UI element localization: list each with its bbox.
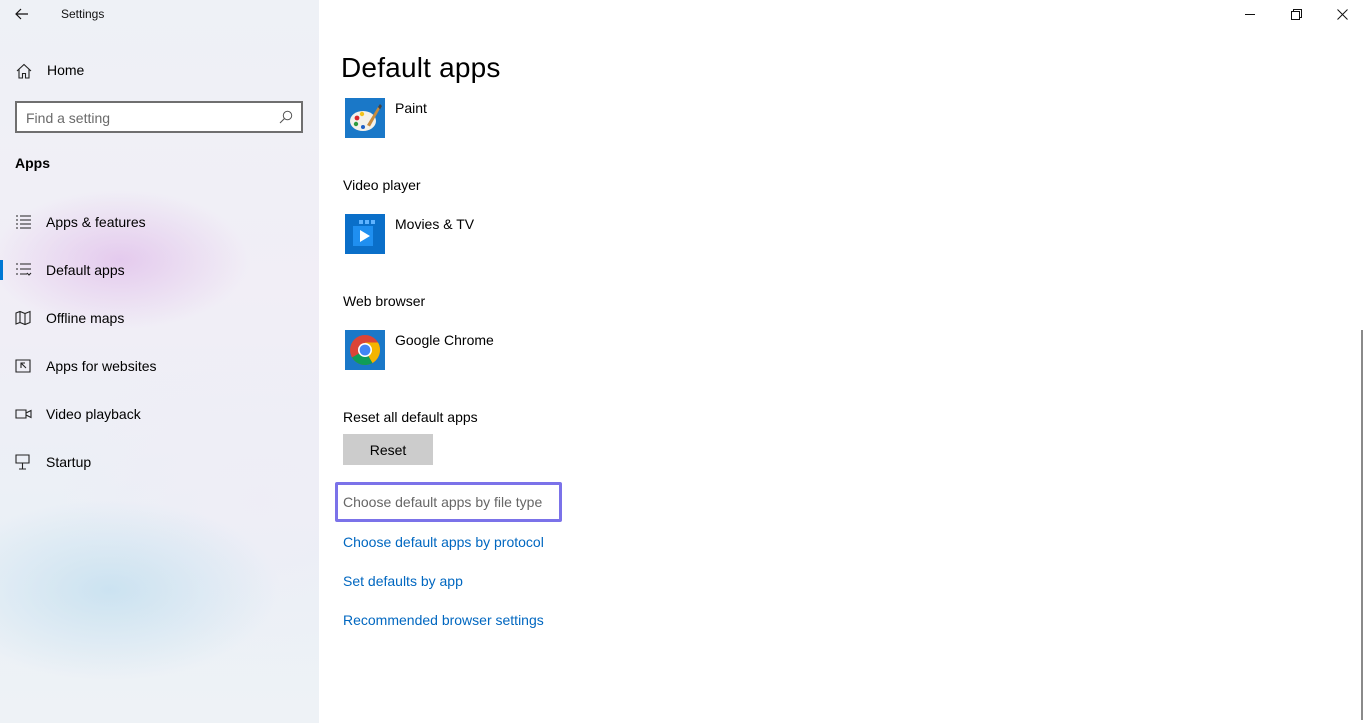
close-icon (1336, 8, 1348, 20)
sidebar: Settings Home Apps Apps & features Defau… (0, 0, 319, 723)
google-chrome-icon (345, 330, 385, 370)
apps-features-icon (16, 215, 31, 229)
sidebar-item-label: Default apps (46, 262, 125, 278)
back-arrow-icon (15, 8, 28, 20)
close-button[interactable] (1319, 0, 1365, 28)
sidebar-item-label: Apps & features (46, 214, 146, 230)
page-title: Default apps (341, 52, 501, 83)
back-button[interactable] (8, 2, 36, 26)
sidebar-item-video-playback[interactable]: Video playback (0, 394, 319, 434)
web-browser-app-button[interactable]: Google Chrome (343, 330, 703, 374)
sidebar-item-label: Startup (46, 454, 92, 470)
sidebar-item-default-apps[interactable]: Default apps (0, 250, 319, 290)
restore-icon (1290, 8, 1302, 20)
movies-tv-icon (345, 214, 385, 254)
search-icon[interactable] (279, 110, 293, 124)
set-defaults-by-app-link[interactable]: Set defaults by app (343, 573, 463, 589)
scrollbar[interactable] (1361, 330, 1363, 720)
reset-button[interactable]: Reset (343, 434, 433, 465)
section-heading: Apps (15, 155, 50, 171)
apps-for-websites-icon (15, 359, 31, 373)
app-title: Settings (61, 7, 105, 21)
recommended-browser-settings-link[interactable]: Recommended browser settings (343, 612, 544, 628)
sidebar-item-apps-features[interactable]: Apps & features (0, 202, 319, 242)
video-player-app-button[interactable]: Movies & TV (343, 214, 703, 258)
photo-viewer-app-name: Paint (395, 100, 427, 116)
sidebar-item-apps-for-websites[interactable]: Apps for websites (0, 346, 319, 386)
choose-by-protocol-link[interactable]: Choose default apps by protocol (343, 534, 544, 550)
startup-icon (15, 454, 30, 470)
reset-label: Reset all default apps (343, 409, 478, 425)
window-controls (1227, 0, 1365, 28)
search-box[interactable] (15, 101, 303, 133)
main-content: Default apps Paint Video player Movies &… (319, 0, 1365, 723)
video-player-app-name: Movies & TV (395, 216, 475, 232)
video-player-label: Video player (343, 177, 421, 193)
sidebar-item-offline-maps[interactable]: Offline maps (0, 298, 319, 338)
minimize-button[interactable] (1227, 0, 1273, 28)
sidebar-item-label: Video playback (46, 406, 141, 422)
sidebar-item-label: Apps for websites (46, 358, 157, 374)
minimize-icon (1244, 13, 1255, 15)
web-browser-app-name: Google Chrome (395, 332, 494, 348)
home-label: Home (47, 62, 85, 78)
paint-icon (345, 98, 385, 138)
home-icon (16, 63, 32, 79)
photo-viewer-app-button[interactable]: Paint (343, 98, 703, 142)
offline-maps-icon (15, 310, 31, 326)
title-bar: Settings (0, 0, 319, 28)
sidebar-item-label: Offline maps (46, 310, 125, 326)
web-browser-label: Web browser (343, 293, 426, 309)
choose-by-file-type-link[interactable]: Choose default apps by file type (335, 482, 562, 522)
sidebar-item-startup[interactable]: Startup (0, 442, 319, 482)
restore-button[interactable] (1273, 0, 1319, 28)
video-playback-icon (15, 409, 32, 419)
sidebar-home[interactable]: Home (0, 56, 319, 84)
search-input[interactable] (26, 108, 276, 128)
default-apps-icon (16, 263, 32, 276)
